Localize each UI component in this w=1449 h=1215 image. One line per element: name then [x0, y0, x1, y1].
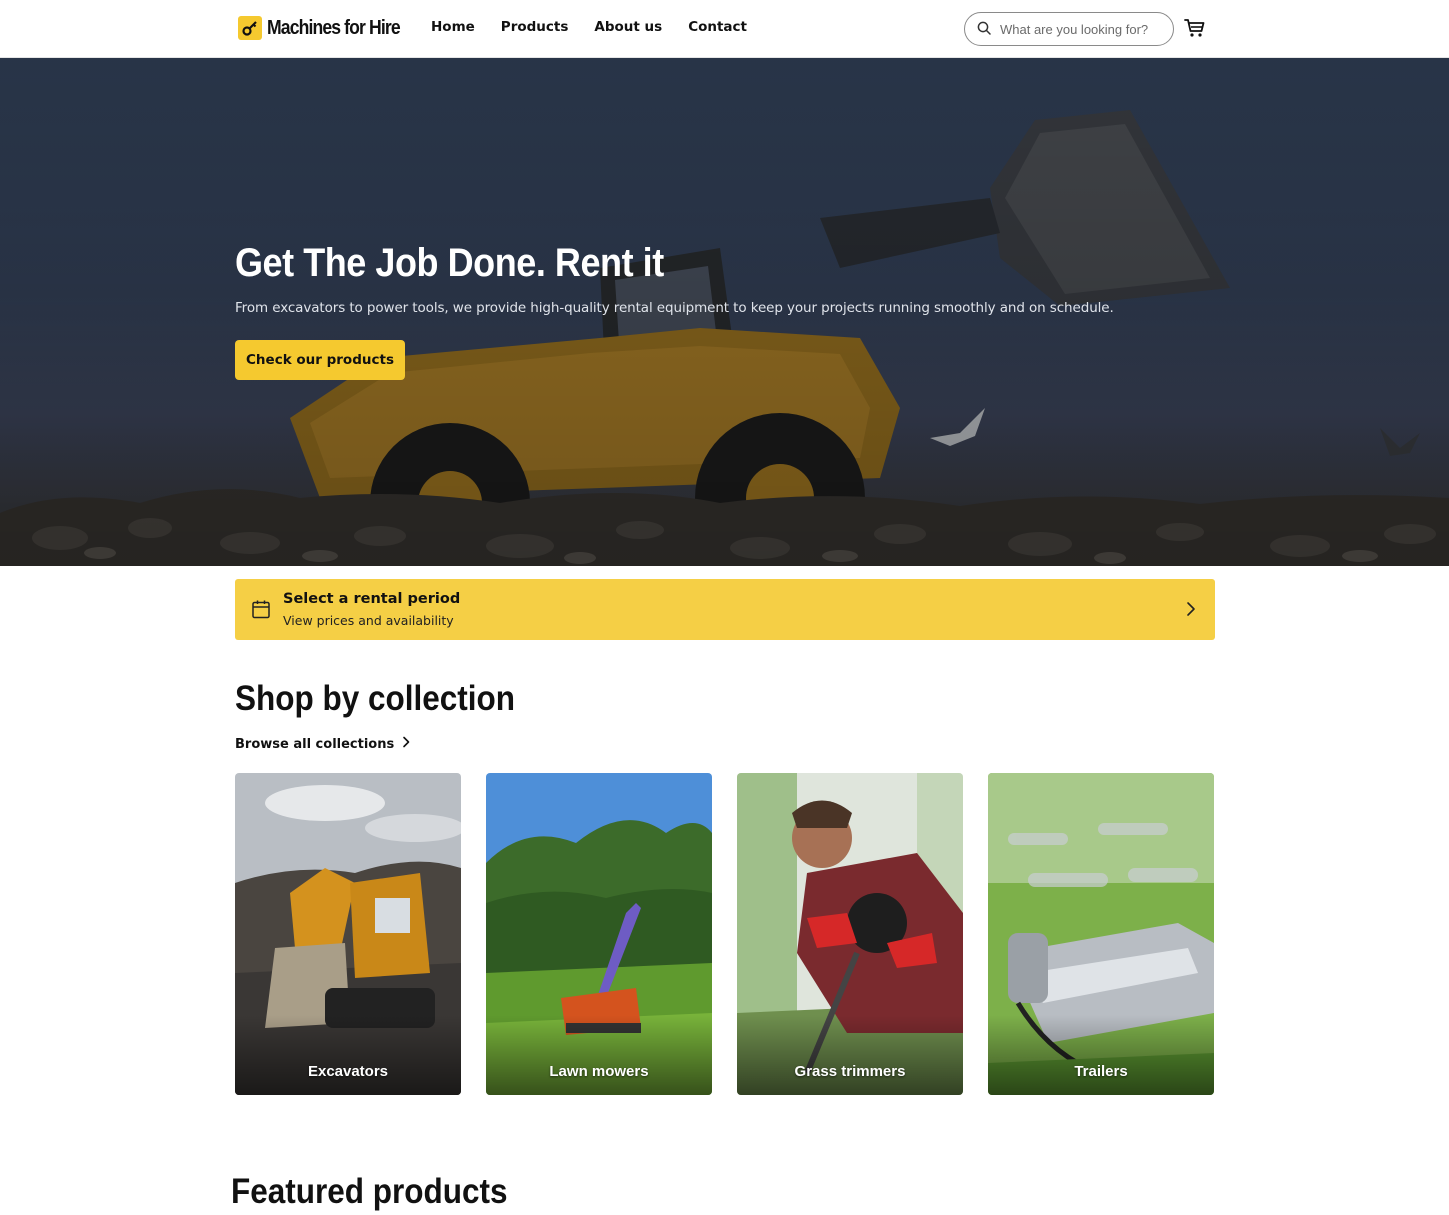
card-shade [486, 1015, 712, 1095]
logo-key-icon [238, 16, 262, 40]
collection-card-excavators[interactable]: Excavators [235, 773, 461, 1095]
chevron-right-icon [1185, 601, 1197, 621]
site-header: Machines for Hire Home Products About us… [0, 0, 1449, 58]
nav-contact[interactable]: Contact [688, 19, 747, 35]
rental-title: Select a rental period [283, 591, 461, 607]
nav-home[interactable]: Home [431, 19, 475, 35]
nav-about-us[interactable]: About us [594, 19, 662, 35]
card-shade [737, 1015, 963, 1095]
nav-products[interactable]: Products [501, 19, 569, 35]
search-icon [977, 20, 991, 39]
collection-card-lawn-mowers[interactable]: Lawn mowers [486, 773, 712, 1095]
rental-subtitle: View prices and availability [283, 613, 454, 628]
hero-banner: Get The Job Done. Rent it From excavator… [0, 58, 1449, 566]
chevron-right-icon [402, 736, 410, 752]
browse-all-collections-link[interactable]: Browse all collections [235, 736, 410, 752]
collection-cards: Excavators Lawn mowers Grass trimmers Tr… [235, 773, 1215, 1095]
rental-period-selector[interactable]: Select a rental period View prices and a… [235, 579, 1215, 640]
hero-title: Get The Job Done. Rent it [235, 241, 664, 285]
logo-text: Machines for Hire [267, 16, 401, 39]
card-label: Lawn mowers [549, 1063, 649, 1080]
hero-subtitle: From excavators to power tools, we provi… [235, 300, 1114, 316]
check-products-button[interactable]: Check our products [235, 340, 405, 380]
browse-label: Browse all collections [235, 736, 395, 752]
card-label: Excavators [307, 1063, 389, 1080]
collection-card-trailers[interactable]: Trailers [988, 773, 1214, 1095]
calendar-icon [251, 599, 271, 623]
cart-icon[interactable] [1183, 16, 1207, 40]
collections-title: Shop by collection [235, 679, 516, 718]
card-shade [988, 1015, 1214, 1095]
search-input[interactable] [1000, 21, 1160, 37]
search-box[interactable] [964, 12, 1174, 46]
collection-card-grass-trimmers[interactable]: Grass trimmers [737, 773, 963, 1095]
logo[interactable]: Machines for Hire [238, 14, 418, 42]
card-shade [235, 1015, 461, 1095]
featured-products-title: Featured products [231, 1172, 508, 1211]
card-label: Grass trimmers [794, 1063, 906, 1080]
main-nav: Home Products About us Contact [431, 19, 773, 35]
card-label: Trailers [1074, 1063, 1128, 1080]
